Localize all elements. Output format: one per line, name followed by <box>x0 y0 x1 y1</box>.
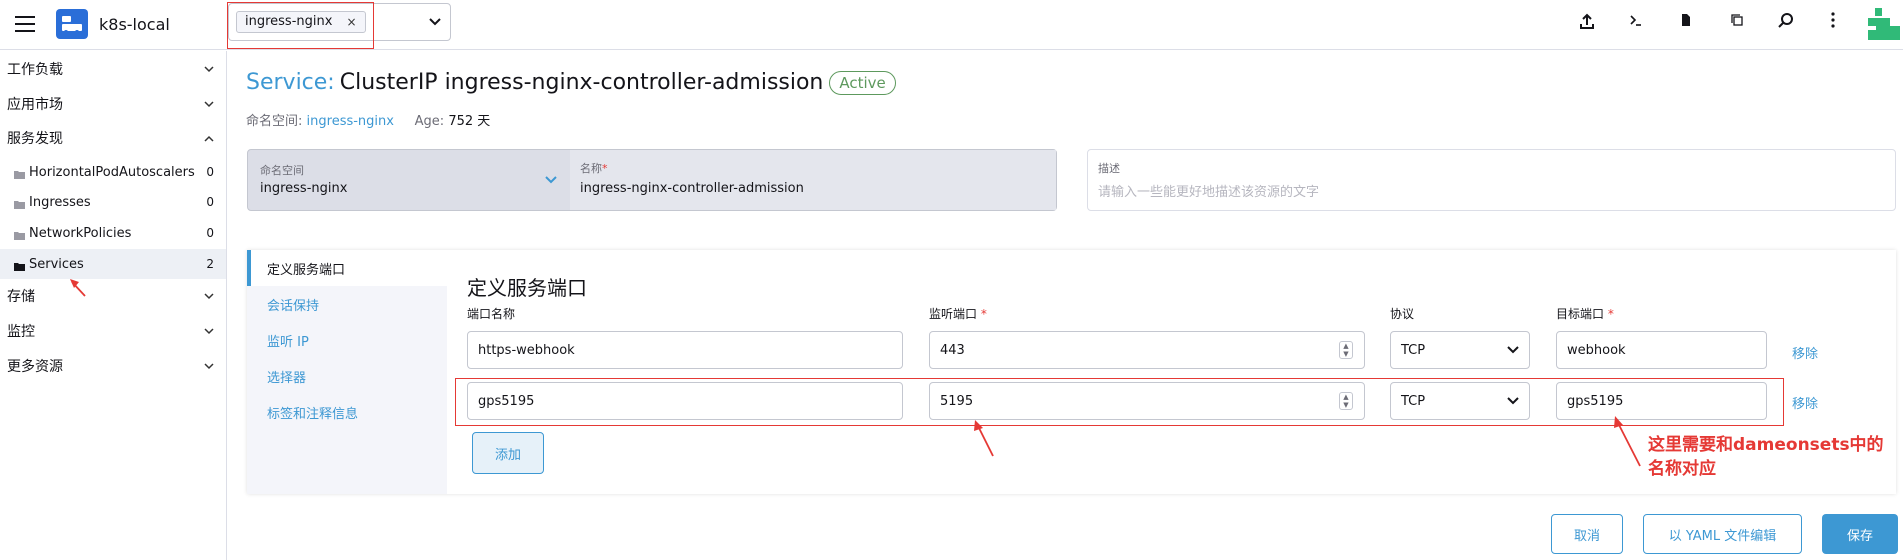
upload-icon[interactable] <box>1577 12 1597 32</box>
sidebar-item-label: Ingresses <box>29 194 91 210</box>
namespace-field-value: ingress-nginx <box>260 181 348 196</box>
chevron-down-icon[interactable] <box>428 13 442 31</box>
menu-icon[interactable] <box>15 16 35 32</box>
sidebar-group-label: 工作负载 <box>7 62 63 78</box>
file-icon[interactable] <box>1676 12 1696 32</box>
sidebar-group-more-resources[interactable]: 更多资源 <box>0 349 226 383</box>
sidebar-group-label: 更多资源 <box>7 359 63 375</box>
brand-logo-icon <box>1865 6 1901 42</box>
listen-port-input[interactable]: 443 ▲ ▼ <box>929 331 1365 369</box>
namespace-field-label: 命名空间 <box>260 164 304 177</box>
sidebar-item-label: NetworkPolicies <box>29 225 132 241</box>
terminal-icon[interactable] <box>1626 12 1646 32</box>
sidebar-item-label: Services <box>29 256 84 272</box>
description-input[interactable]: 描述 请输入一些能更好地描述该资源的文字 <box>1087 149 1896 211</box>
sidebar-group-label: 存储 <box>7 289 35 305</box>
annotation-box-namespace <box>227 2 374 49</box>
top-header: k8s-local ingress-nginx × <box>0 0 1903 50</box>
section-title: 定义服务端口 <box>467 276 587 300</box>
resource-kind: Service: <box>246 70 335 95</box>
sidebar-item-ingresses[interactable]: Ingresses 0 <box>0 187 226 217</box>
col-header-port-name: 端口名称 <box>467 307 516 321</box>
folder-icon <box>14 229 26 240</box>
description-label: 描述 <box>1098 162 1120 175</box>
cluster-logo-icon <box>56 9 88 39</box>
tab-service-ports[interactable]: 定义服务端口 <box>247 250 447 286</box>
chevron-down-icon <box>204 324 214 338</box>
name-input[interactable]: 名称* ingress-nginx-controller-admission <box>570 150 1056 210</box>
chevron-down-icon <box>544 170 558 189</box>
config-tabs: 定义服务端口 会话保持 监听 IP 选择器 标签和注释信息 <box>247 250 447 494</box>
tab-labels-annotations[interactable]: 标签和注释信息 <box>247 394 447 430</box>
sidebar-group-apps[interactable]: 应用市场 <box>0 87 226 121</box>
remove-port-button[interactable]: 移除 <box>1792 343 1818 362</box>
tab-selectors[interactable]: 选择器 <box>247 358 447 394</box>
name-field-value: ingress-nginx-controller-admission <box>580 181 804 196</box>
col-header-target-port: 目标端口 * <box>1556 307 1614 321</box>
remove-port-button[interactable]: 移除 <box>1792 393 1818 412</box>
sidebar-item-count: 2 <box>206 257 214 271</box>
sidebar-group-storage[interactable]: 存储 <box>0 279 226 313</box>
resource-title: ClusterIP ingress-nginx-controller-admis… <box>339 70 824 95</box>
chevron-down-icon <box>1506 340 1520 359</box>
tab-listen-ip[interactable]: 监听 IP <box>247 322 447 358</box>
cancel-button[interactable]: 取消 <box>1551 514 1623 554</box>
search-icon[interactable] <box>1776 12 1796 32</box>
folder-icon <box>14 260 26 271</box>
listen-port-value: 443 <box>940 342 965 358</box>
annotation-line-1: 这里需要和dameonsets中的 <box>1648 435 1884 455</box>
sidebar-group-service-discovery[interactable]: 服务发现 <box>0 121 226 155</box>
protocol-select[interactable]: TCP <box>1390 331 1530 369</box>
port-name-input[interactable]: https-webhook <box>467 331 903 369</box>
page-title: Service: ClusterIP ingress-nginx-control… <box>246 70 896 95</box>
chevron-down-icon <box>204 289 214 303</box>
col-header-protocol: 协议 <box>1390 307 1415 321</box>
sidebar-item-label: HorizontalPodAutoscalers <box>29 164 195 180</box>
sidebar-item-hpa[interactable]: HorizontalPodAutoscalers 0 <box>0 157 226 187</box>
tab-session-affinity[interactable]: 会话保持 <box>247 286 447 322</box>
target-port-input[interactable]: webhook <box>1556 331 1767 369</box>
sidebar-group-label: 应用市场 <box>7 97 63 113</box>
age-label: Age: <box>414 114 445 129</box>
annotation-box-port-row <box>455 378 1784 426</box>
name-field-label: 名称* <box>580 162 608 175</box>
annotation-line-2: 名称对应 <box>1648 459 1716 479</box>
save-button[interactable]: 保存 <box>1822 514 1898 554</box>
chevron-down-icon <box>204 62 214 76</box>
sidebar-item-count: 0 <box>206 165 214 179</box>
folder-icon <box>14 198 26 209</box>
namespace-meta-label: 命名空间: <box>246 114 303 129</box>
namespace-select[interactable]: 命名空间 ingress-nginx <box>248 150 570 210</box>
status-badge: Active <box>829 70 896 95</box>
sidebar-group-label: 服务发现 <box>7 131 63 147</box>
more-vertical-icon[interactable] <box>1823 12 1843 32</box>
col-header-listen-port: 监听端口 * <box>929 307 987 321</box>
protocol-value: TCP <box>1401 342 1426 358</box>
namespace-name-field: 命名空间 ingress-nginx 名称* ingress-nginx-con… <box>247 149 1057 211</box>
sidebar-group-label: 监控 <box>7 324 35 340</box>
sidebar-group-monitoring[interactable]: 监控 <box>0 314 226 348</box>
chevron-down-icon <box>204 97 214 111</box>
namespace-link[interactable]: ingress-nginx <box>307 114 394 129</box>
chevron-down-icon <box>204 359 214 373</box>
sidebar-group-workloads[interactable]: 工作负载 <box>0 52 226 86</box>
annotation-note: 这里需要和dameonsets中的 名称对应 <box>1648 433 1884 481</box>
chevron-up-icon <box>204 131 214 145</box>
description-placeholder: 请输入一些能更好地描述该资源的文字 <box>1098 185 1320 200</box>
sidebar-item-services[interactable]: Services 2 <box>0 249 226 279</box>
sidebar-item-count: 0 <box>206 226 214 240</box>
stepper-icon[interactable]: ▲ ▼ <box>1339 341 1353 359</box>
age-value: 752 天 <box>448 114 491 129</box>
copy-icon[interactable] <box>1727 12 1747 32</box>
resource-meta: 命名空间: ingress-nginx Age: 752 天 <box>246 110 490 129</box>
folder-icon <box>14 168 26 179</box>
add-port-button[interactable]: 添加 <box>472 432 544 474</box>
sidebar-item-count: 0 <box>206 195 214 209</box>
cluster-name: k8s-local <box>99 15 170 34</box>
edit-as-yaml-button[interactable]: 以 YAML 文件编辑 <box>1643 514 1802 554</box>
sidebar-item-networkpolicies[interactable]: NetworkPolicies 0 <box>0 218 226 248</box>
